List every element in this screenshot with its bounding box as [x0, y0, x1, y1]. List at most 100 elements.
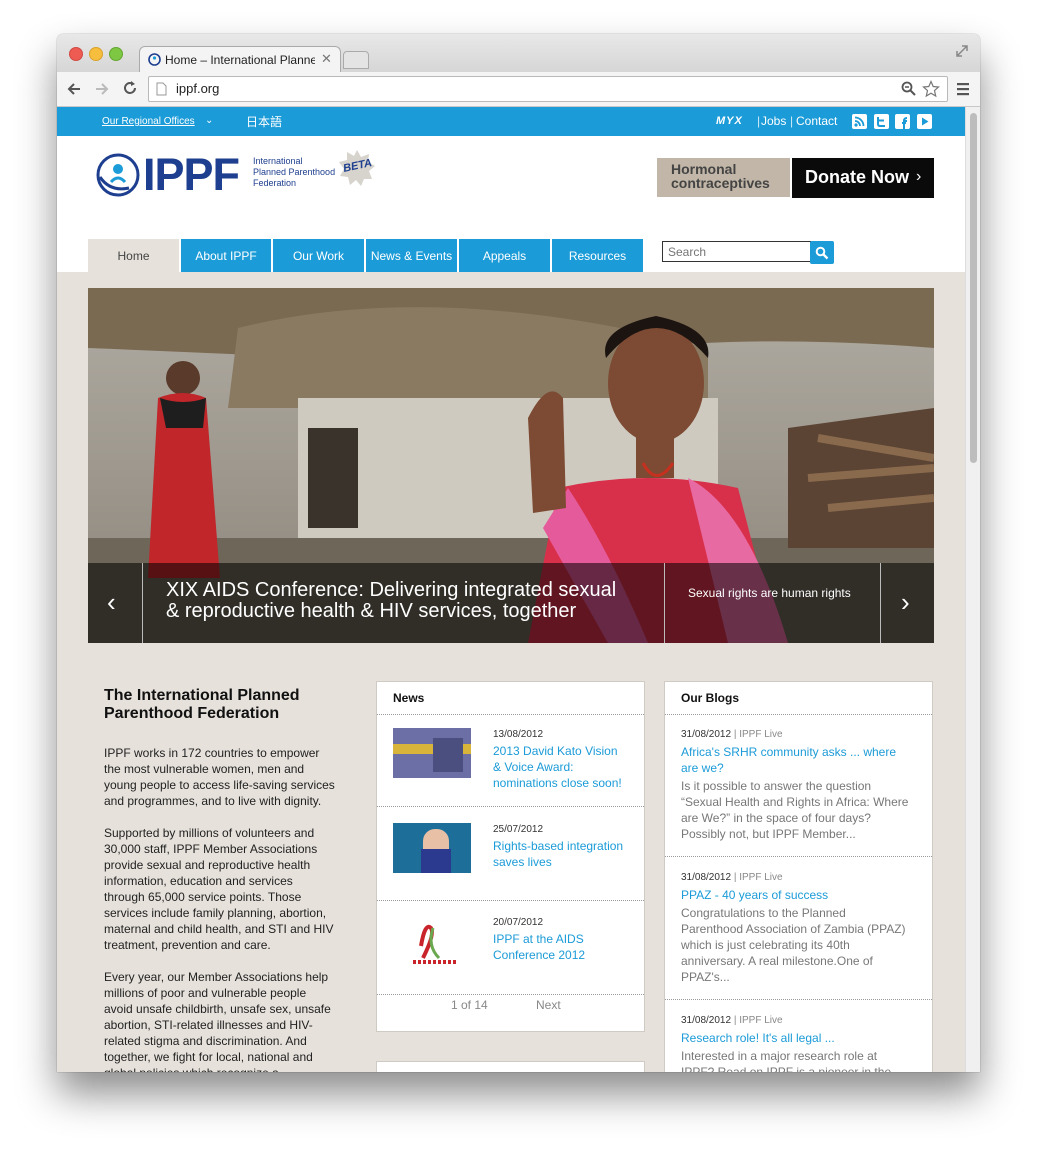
aids-ribbon-icon [413, 924, 457, 964]
reload-icon[interactable] [122, 80, 138, 96]
intro-line: and programmes, and to live with dignity… [104, 794, 322, 808]
news-title-line: Conference 2012 [493, 948, 586, 962]
regional-offices-link[interactable]: Our Regional Offices [102, 116, 195, 127]
logo-subtitle: International Planned Parenthood Federat… [253, 156, 335, 189]
blog-meta: 31/08/2012 | IPPF Live [681, 1014, 921, 1027]
chevron-down-icon[interactable]: ⌄ [205, 115, 213, 126]
divider [665, 856, 932, 857]
browser-window: Home – International Planne ✕ ippf.org O… [57, 34, 980, 1072]
blog-excerpt-line: PPAZ's... [681, 970, 730, 984]
news-item[interactable]: 13/08/2012 2013 David Kato Vision & Voice … [493, 728, 622, 791]
slide-caption-line: & reproductive health & HIV services, to… [166, 600, 577, 622]
blog-date: 31/08/2012 [681, 1015, 732, 1026]
blog-excerpt-line: Is it possible to answer the question [681, 779, 872, 793]
facebook-icon[interactable] [895, 114, 910, 129]
forward-icon[interactable] [94, 81, 110, 97]
blog-excerpt: Interested in a major research role at IP… [681, 1048, 921, 1072]
intro-line: Every year, our Member Associations help [104, 970, 329, 984]
blog-excerpt: Is it possible to answer the question “Se… [681, 778, 921, 842]
intro-line: together, we fight for local, national a… [104, 1050, 313, 1064]
back-icon[interactable] [66, 81, 82, 97]
youtube-icon[interactable] [917, 114, 932, 129]
blog-excerpt-line: Parenthood Association of Zambia (PPAZ) [681, 922, 906, 936]
thumb-portrait [433, 738, 463, 772]
chevron-left-icon: ‹ [107, 587, 116, 617]
japanese-link[interactable]: 日本語 [246, 113, 282, 130]
tab-resources[interactable]: Resources [552, 239, 643, 272]
news-thumbnail[interactable] [411, 918, 459, 968]
contact-link[interactable]: Contact [796, 114, 837, 128]
thumb-shirt [421, 849, 451, 873]
tab-news-events[interactable]: News & Events [366, 239, 457, 272]
zoom-window-button[interactable] [109, 47, 123, 61]
slider-next-button[interactable]: › [881, 563, 934, 643]
blog-source: | IPPF Live [733, 729, 783, 740]
blog-excerpt-line: which is just celebrating its 40th [681, 938, 850, 952]
scrollbar-thumb[interactable] [970, 113, 977, 463]
ippf-logo[interactable]: IPPF International Planned Parenthood Fe… [95, 149, 375, 201]
divider [665, 714, 932, 715]
new-tab-button[interactable] [343, 51, 369, 69]
browser-tab[interactable]: Home – International Planne ✕ [139, 46, 341, 73]
intro-line: abortion, STI-related illnesses and HIV- [104, 1018, 313, 1032]
news-thumbnail[interactable] [393, 823, 471, 873]
news-title-line: IPPF at the AIDS [493, 932, 584, 946]
divider [377, 806, 644, 807]
blog-title-line: Africa's SRHR community asks ... where [681, 745, 897, 759]
search-icon [815, 246, 829, 260]
news-next-link[interactable]: Next [536, 998, 561, 1012]
tab-appeals[interactable]: Appeals [459, 239, 550, 272]
blog-item[interactable]: 31/08/2012 | IPPF Live PPAZ - 40 years of… [681, 871, 921, 985]
minimize-window-button[interactable] [89, 47, 103, 61]
tab-our-work[interactable]: Our Work [273, 239, 364, 272]
news-thumbnail[interactable] [393, 728, 471, 778]
blog-item[interactable]: 31/08/2012 | IPPF Live Research role! It'… [681, 1014, 921, 1072]
next-slide-title[interactable]: Sexual rights are human rights [688, 586, 851, 600]
scrollbar[interactable] [965, 107, 980, 1072]
intro-line: young people to access life-saving servi… [104, 778, 335, 792]
rss-icon[interactable] [852, 114, 867, 129]
address-bar[interactable]: ippf.org [148, 76, 948, 102]
myx-link[interactable]: MYX [716, 115, 743, 127]
search-button[interactable] [810, 241, 834, 264]
close-tab-icon[interactable]: ✕ [321, 51, 332, 67]
tab-home[interactable]: Home [88, 239, 179, 272]
twitter-icon[interactable] [874, 114, 889, 129]
intro-line: 30,000 staff, IPPF Member Associations [104, 842, 318, 856]
tab-about-ippf[interactable]: About IPPF [181, 239, 271, 272]
close-window-button[interactable] [69, 47, 83, 61]
browser-toolbar: ippf.org [57, 72, 980, 107]
blog-date: 31/08/2012 [681, 872, 732, 883]
intro-line: avoid unsafe childbirth, unsafe sex, uns… [104, 1002, 331, 1016]
zoom-icon[interactable] [901, 81, 917, 97]
logo-subtitle-line: International [253, 156, 303, 166]
donate-label: Donate Now [805, 167, 910, 187]
intro-line: maternal and child health, and STI and H… [104, 922, 334, 936]
slide-caption-line: XIX AIDS Conference: Delivering integrat… [166, 579, 617, 601]
slide-caption[interactable]: XIX AIDS Conference: Delivering integrat… [166, 580, 616, 622]
blog-excerpt-line: anniversary. A real milestone.One of [681, 954, 873, 968]
jobs-link[interactable]: Jobs [761, 114, 786, 128]
news-date: 20/07/2012 [493, 917, 544, 928]
news-date: 13/08/2012 [493, 729, 544, 740]
intro-line: IPPF works in 172 countries to empower [104, 746, 320, 760]
donate-now-button[interactable]: Donate Now › [792, 158, 934, 198]
globe-logo-icon [96, 153, 140, 197]
news-item[interactable]: 25/07/2012 Rights-based integration saves … [493, 823, 623, 870]
intro-line: related stigma and discrimination. And [104, 1034, 307, 1048]
intro-line: information, education and services [104, 874, 293, 888]
page-icon [156, 82, 167, 96]
slider-prev-button[interactable]: ‹ [88, 563, 142, 643]
blog-excerpt-line: Interested in a major research role at [681, 1049, 878, 1063]
fullscreen-icon[interactable] [955, 44, 969, 58]
search-input[interactable] [662, 241, 811, 262]
hormonal-contraceptives-banner[interactable]: Hormonal contraceptives [657, 158, 790, 197]
bookmark-star-icon[interactable] [922, 80, 940, 98]
intro-line: treatment, prevention and care. [104, 938, 271, 952]
menu-icon[interactable] [956, 82, 970, 96]
intro-title: The International Planned Parenthood Fed… [104, 687, 354, 723]
blog-item[interactable]: 31/08/2012 | IPPF Live Africa's SRHR comm… [681, 728, 921, 842]
hero-slider[interactable]: ‹ XIX AIDS Conference: Delivering integr… [88, 288, 934, 643]
news-item[interactable]: 20/07/2012 IPPF at the AIDS Conference 201… [493, 916, 585, 963]
intro-paragraph: IPPF works in 172 countries to empower th… [104, 745, 354, 809]
